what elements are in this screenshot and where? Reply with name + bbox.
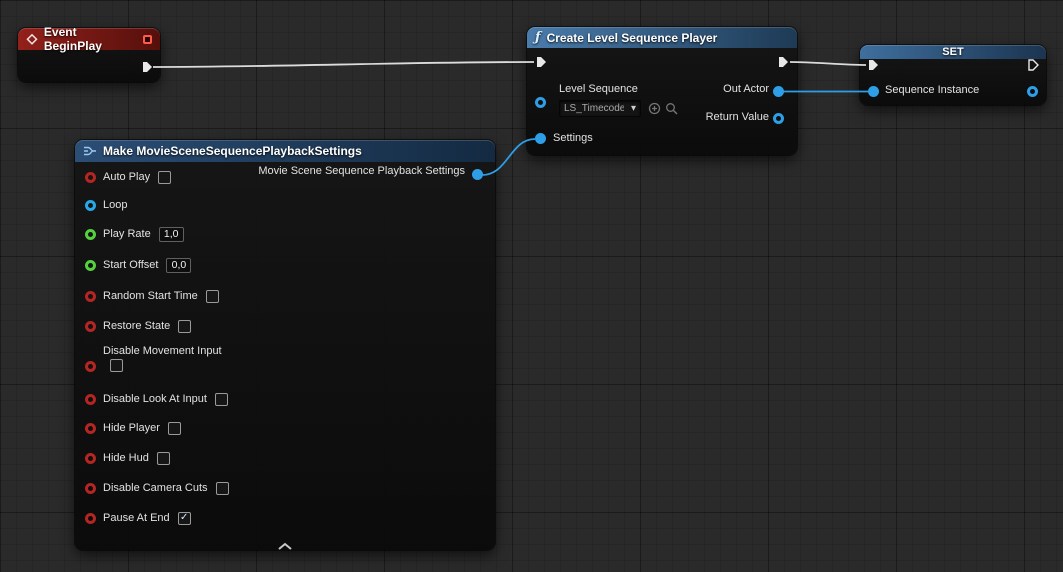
exec-out-pin[interactable] xyxy=(1026,58,1040,72)
pin-label-sequence-instance: Sequence Instance xyxy=(885,84,979,96)
event-node-header: Event BeginPlay xyxy=(18,28,160,50)
pin-row: Hide Player xyxy=(75,418,495,438)
pin-label: Disable Look At Input xyxy=(103,393,207,405)
exec-out-pin[interactable] xyxy=(140,60,154,74)
pin-row: Disable Camera Cuts xyxy=(75,478,495,498)
level-sequence-value: LS_TimecodePr xyxy=(564,103,624,114)
wire-exec-create-to-set[interactable] xyxy=(790,62,866,65)
node-set-variable[interactable]: SET Sequence Instance xyxy=(860,45,1046,105)
pin-row: Start Offset 0,0 xyxy=(75,255,495,275)
disable-look-at-input-pin[interactable] xyxy=(85,394,96,405)
pin-label: Disable Movement Input xyxy=(103,345,495,357)
node-make-playback-settings[interactable]: Make MovieSceneSequencePlaybackSettings … xyxy=(75,140,495,550)
restore-state-checkbox[interactable] xyxy=(178,320,191,333)
random-start-time-checkbox[interactable] xyxy=(206,290,219,303)
level-sequence-pin[interactable] xyxy=(535,97,546,108)
start-offset-pin[interactable] xyxy=(85,260,96,271)
play-rate-input[interactable]: 1,0 xyxy=(159,227,184,242)
delegate-pin[interactable] xyxy=(143,35,152,44)
pin-label: Restore State xyxy=(103,320,170,332)
pin-row: Restore State xyxy=(75,316,495,336)
disable-movement-input-pin[interactable] xyxy=(85,361,96,372)
pin-label-settings: Settings xyxy=(553,132,593,144)
disable-look-at-input-checkbox[interactable] xyxy=(215,393,228,406)
make-struct-icon xyxy=(83,144,97,158)
disable-movement-input-checkbox[interactable] xyxy=(110,359,123,372)
set-node-header: SET xyxy=(860,45,1046,59)
hide-hud-pin[interactable] xyxy=(85,453,96,464)
node-title: SET xyxy=(942,46,963,58)
pin-label: Pause At End xyxy=(103,512,170,524)
pin-label: Play Rate xyxy=(103,228,151,240)
sequence-instance-pin[interactable] xyxy=(868,86,879,97)
exec-in-pin[interactable] xyxy=(866,58,880,72)
pin-row: Auto Play xyxy=(75,167,495,187)
pin-row: Random Start Time xyxy=(75,286,495,306)
out-actor-pin[interactable] xyxy=(773,86,784,97)
pin-label-out-actor: Out Actor xyxy=(723,83,769,95)
collapse-node-button[interactable] xyxy=(277,538,293,547)
random-start-time-pin[interactable] xyxy=(85,291,96,302)
exec-in-pin[interactable] xyxy=(534,55,548,69)
blueprint-graph-canvas[interactable]: Event BeginPlay ƒ Create Level Sequence … xyxy=(0,0,1063,572)
pin-label: Disable Camera Cuts xyxy=(103,482,208,494)
hide-player-pin[interactable] xyxy=(85,423,96,434)
function-node-header: ƒ Create Level Sequence Player xyxy=(527,27,797,48)
hide-hud-checkbox[interactable] xyxy=(157,452,170,465)
pin-label: Loop xyxy=(103,199,127,211)
wire-exec-beginplay-to-create[interactable] xyxy=(153,62,534,67)
loop-pin[interactable] xyxy=(85,200,96,211)
dropdown-arrow-icon: ▾ xyxy=(631,103,636,114)
browse-asset-icon[interactable] xyxy=(665,102,678,115)
pin-label: Start Offset xyxy=(103,259,158,271)
pin-row: Disable Look At Input xyxy=(75,389,495,409)
exec-out-pin[interactable] xyxy=(776,55,790,69)
settings-pin[interactable] xyxy=(535,133,546,144)
auto-play-pin[interactable] xyxy=(85,172,96,183)
pin-label: Random Start Time xyxy=(103,290,198,302)
pin-label-return-value: Return Value xyxy=(706,111,769,123)
node-title: Create Level Sequence Player xyxy=(547,31,718,45)
disable-camera-cuts-checkbox[interactable] xyxy=(216,482,229,495)
make-node-header: Make MovieSceneSequencePlaybackSettings xyxy=(75,140,495,162)
play-rate-pin[interactable] xyxy=(85,229,96,240)
pin-row: Loop xyxy=(75,195,495,215)
pin-label: Auto Play xyxy=(103,171,150,183)
node-title: Event BeginPlay xyxy=(44,25,137,53)
event-icon xyxy=(26,33,38,45)
node-event-beginplay[interactable]: Event BeginPlay xyxy=(18,28,160,82)
pin-row: Play Rate 1,0 xyxy=(75,224,495,244)
disable-camera-cuts-pin[interactable] xyxy=(85,483,96,494)
function-icon: ƒ xyxy=(535,30,541,45)
restore-state-pin[interactable] xyxy=(85,321,96,332)
level-sequence-dropdown[interactable]: LS_TimecodePr ▾ xyxy=(559,100,641,117)
start-offset-input[interactable]: 0,0 xyxy=(166,258,191,273)
return-value-pin[interactable] xyxy=(773,113,784,124)
pin-row: Hide Hud xyxy=(75,448,495,468)
node-title: Make MovieSceneSequencePlaybackSettings xyxy=(103,144,362,158)
pause-at-end-pin[interactable] xyxy=(85,513,96,524)
pin-label: Hide Player xyxy=(103,422,160,434)
use-selected-icon[interactable] xyxy=(648,102,661,115)
hide-player-checkbox[interactable] xyxy=(168,422,181,435)
pause-at-end-checkbox[interactable]: ✓ xyxy=(178,512,191,525)
set-output-pin[interactable] xyxy=(1027,86,1038,97)
auto-play-checkbox[interactable] xyxy=(158,171,171,184)
pin-row: Disable Movement Input xyxy=(75,345,495,379)
pin-label: Hide Hud xyxy=(103,452,149,464)
node-create-level-sequence-player[interactable]: ƒ Create Level Sequence Player Level Seq… xyxy=(527,27,797,155)
pin-row: Pause At End ✓ xyxy=(75,508,495,528)
pin-label-level-sequence: Level Sequence xyxy=(559,83,638,95)
